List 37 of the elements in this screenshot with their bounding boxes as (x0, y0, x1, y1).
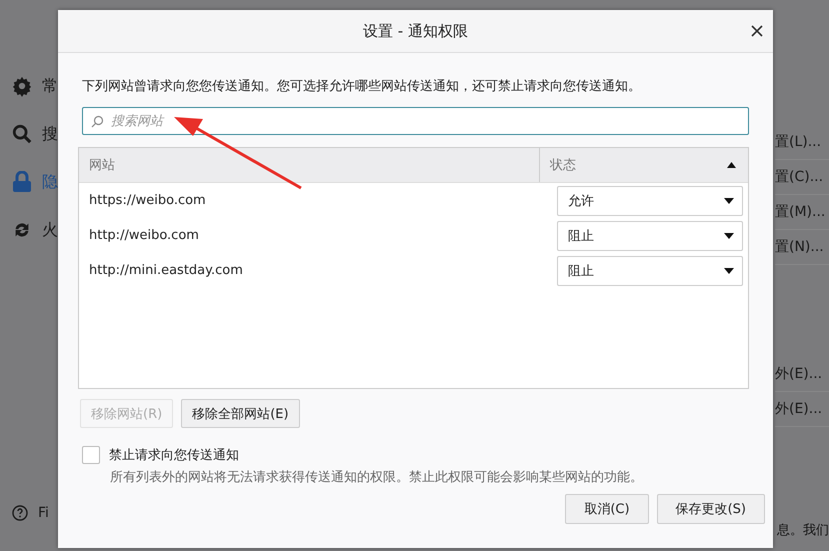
note-text: 所有列表外的网站将无法请求获得传送通知的权限。禁止此权限可能会影响某些网站的功能。 (110, 469, 644, 486)
sidebar-item[interactable]: 火 (12, 218, 58, 242)
body-text: 息。我们 (777, 522, 829, 539)
lock-icon (12, 171, 32, 193)
status-dropdown[interactable]: 阻止 (557, 220, 743, 250)
settings-button[interactable]: 置(L)... (775, 125, 829, 160)
caret-icon (724, 268, 734, 274)
help-icon (12, 505, 28, 521)
checkbox-label: 禁止请求向您传送通知 (109, 447, 239, 464)
exceptions-button[interactable]: 外(E)... (775, 392, 829, 427)
search-icon (12, 123, 32, 145)
site-cell-text: http://mini.eastday.com (88, 263, 244, 278)
checkbox[interactable] (82, 446, 100, 464)
settings-button[interactable]: 置(M)... (775, 195, 829, 230)
site-cell-text: http://weibo.com (88, 228, 200, 243)
caret-icon (724, 232, 734, 238)
column-header[interactable]: 状态 (540, 148, 748, 182)
status-dropdown[interactable]: 阻止 (557, 256, 743, 286)
column-header[interactable]: 网站 (79, 148, 540, 182)
remove-button[interactable]: 移除全部网站(E) (181, 399, 300, 428)
dialog-title: 设置 - 通知权限 (363, 22, 468, 40)
settings-button[interactable]: 置(N)... (775, 230, 829, 265)
sort-icon (727, 162, 736, 168)
exceptions-button[interactable]: 外(E)... (775, 357, 829, 392)
gear-icon (12, 75, 32, 97)
caret-icon (724, 198, 734, 204)
sidebar-item[interactable]: 搜 (12, 122, 58, 146)
save-button[interactable]: 保存更改(S) (656, 494, 765, 524)
status-dropdown[interactable]: 允许 (557, 186, 743, 216)
settings-button[interactable]: 置(C)... (775, 160, 829, 195)
support-link[interactable]: Fi (38, 505, 49, 521)
cancel-button[interactable]: 取消(C) (565, 494, 649, 524)
search-field[interactable]: 搜索网站 (82, 107, 749, 135)
sidebar-item[interactable]: 常 (12, 74, 58, 98)
close-icon[interactable] (749, 23, 765, 39)
description-text: 下列网站曾请求向您您传送通知。您可选择允许哪些网站传送通知，还可禁止请求向您传送通知。 (82, 78, 642, 95)
site-cell-text: https://weibo.com (88, 193, 207, 208)
